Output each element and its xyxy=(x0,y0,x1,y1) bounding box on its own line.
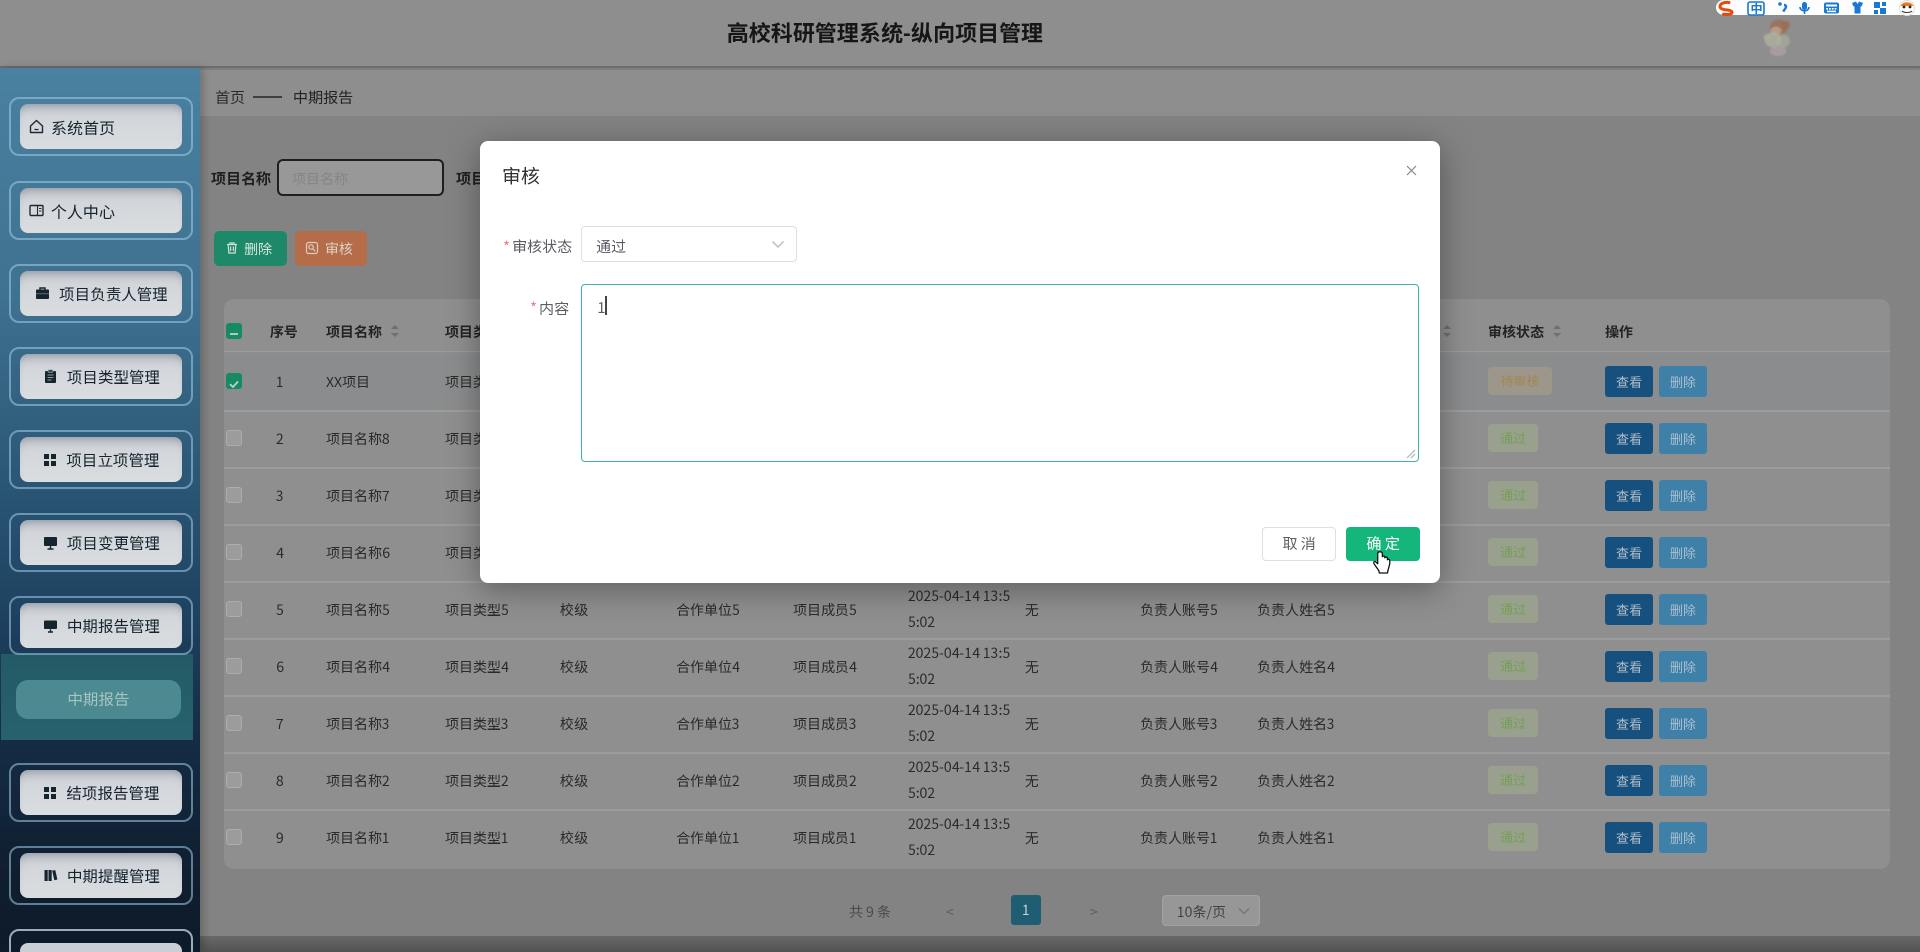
svg-text:中: 中 xyxy=(1751,0,1763,17)
